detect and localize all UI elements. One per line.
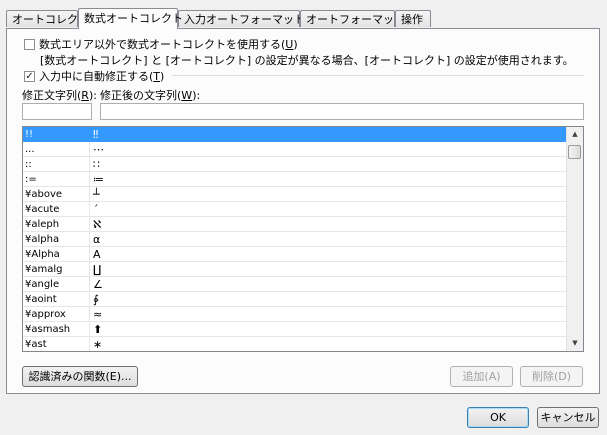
list-item[interactable]: := ≔ bbox=[23, 172, 568, 187]
tab-actions[interactable]: 操作 bbox=[395, 10, 431, 27]
ok-button[interactable]: OK bbox=[467, 407, 529, 428]
priority-note: [数式オートコレクト] と [オートコレクト] の設定が異なる場合、[オートコレ… bbox=[40, 54, 574, 67]
replace-input[interactable] bbox=[22, 103, 92, 120]
list-item[interactable]: ¥above ┴ bbox=[23, 187, 568, 202]
entries-list[interactable]: !! ‼ ... ⋯ :: ∷ := ≔ ¥above ┴ ¥acute ˊ ¥aleph ℵ… bbox=[22, 126, 584, 352]
checkbox-box[interactable] bbox=[24, 38, 35, 50]
list-item[interactable]: ¥Alpha A bbox=[23, 247, 568, 262]
replace-label: 修正文字列(R): bbox=[22, 89, 97, 102]
tab-math-autocorrect[interactable]: 数式オートコレクト bbox=[78, 8, 183, 29]
recognized-functions-button[interactable]: 認識済みの関数(E)... bbox=[22, 366, 138, 387]
list-item[interactable]: ¥asmash ⬆ bbox=[23, 322, 568, 337]
scroll-up-icon[interactable]: ▲ bbox=[567, 127, 583, 142]
list-item[interactable]: ¥aoint ∳ bbox=[23, 292, 568, 307]
check-icon[interactable]: ✓ bbox=[24, 70, 35, 82]
list-item[interactable]: :: ∷ bbox=[23, 157, 568, 172]
list-item[interactable]: ¥alpha α bbox=[23, 232, 568, 247]
tab-autocorrect[interactable]: オートコレクト bbox=[6, 10, 89, 27]
use-math-outside-label: 数式エリア以外で数式オートコレクトを使用する(U) bbox=[39, 38, 298, 51]
list-item[interactable]: ¥approx ≈ bbox=[23, 307, 568, 322]
with-label: 修正後の文字列(W): bbox=[100, 89, 201, 102]
list-item[interactable]: ... ⋯ bbox=[23, 142, 568, 157]
auto-replace-checkbox[interactable]: ✓ 入力中に自動修正する(T) bbox=[24, 68, 164, 84]
cancel-button[interactable]: キャンセル bbox=[537, 407, 599, 428]
with-input[interactable] bbox=[100, 103, 584, 120]
group-separator bbox=[172, 75, 584, 76]
vertical-scrollbar[interactable]: ▲ ▼ bbox=[566, 127, 583, 351]
scroll-down-icon[interactable]: ▼ bbox=[567, 336, 583, 351]
delete-button[interactable]: 削除(D) bbox=[520, 366, 583, 387]
list-item[interactable]: ¥amalg ∐ bbox=[23, 262, 568, 277]
list-item[interactable]: !! ‼ bbox=[23, 127, 568, 142]
list-item[interactable]: ¥acute ˊ bbox=[23, 202, 568, 217]
auto-replace-label: 入力中に自動修正する(T) bbox=[39, 70, 165, 83]
list-item[interactable]: ¥ast ∗ bbox=[23, 337, 568, 351]
list-item[interactable]: ¥angle ∠ bbox=[23, 277, 568, 292]
add-button[interactable]: 追加(A) bbox=[450, 366, 513, 387]
tab-autoformat-as-you-type[interactable]: 入力オートフォーマット bbox=[178, 10, 305, 27]
tab-autoformat[interactable]: オートフォーマット bbox=[300, 10, 405, 27]
scrollbar-thumb[interactable] bbox=[568, 145, 581, 159]
use-math-outside-checkbox[interactable]: 数式エリア以外で数式オートコレクトを使用する(U) bbox=[24, 36, 298, 52]
list-item[interactable]: ¥aleph ℵ bbox=[23, 217, 568, 232]
